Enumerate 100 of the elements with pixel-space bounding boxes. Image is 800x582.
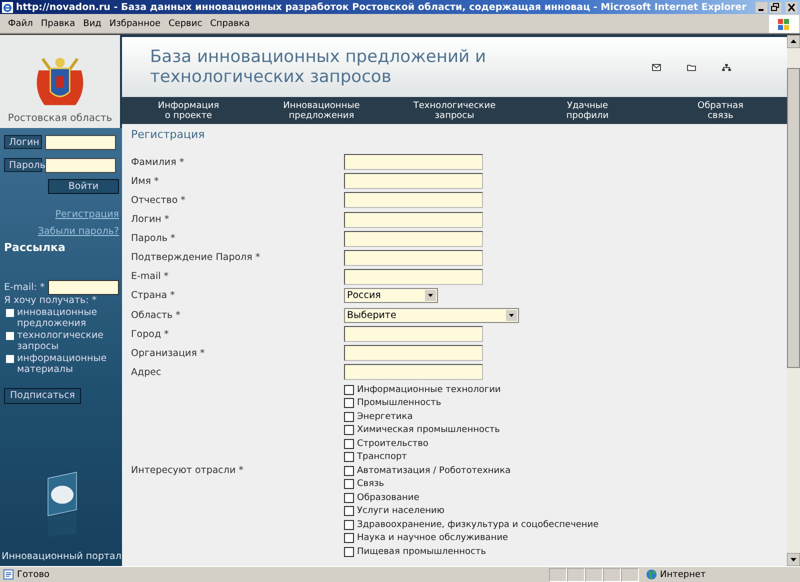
portal-caption: Инновационный портал [2, 551, 122, 562]
globe-icon [646, 569, 657, 580]
status-pane [567, 568, 585, 582]
checkbox-label: Связь [357, 479, 384, 490]
envelope-icon[interactable] [652, 64, 661, 70]
scroll-thumb[interactable] [787, 68, 800, 368]
select-field[interactable]: Россия [344, 288, 438, 304]
checkbox-label: Услуги населению [357, 506, 444, 516]
receive-label: Я хочу получать: * [4, 295, 98, 306]
checkbox[interactable] [6, 354, 14, 362]
checkbox-label: Образование [357, 492, 420, 503]
checkbox-label: Транспорт [357, 452, 407, 462]
nav-link[interactable]: Удачные профили [521, 100, 654, 120]
nav-link[interactable]: Обратная связь [654, 100, 787, 120]
minimize-icon[interactable] [755, 2, 768, 12]
login-label: Логин [4, 135, 42, 149]
field-label: E-mail * [131, 271, 170, 282]
input-field[interactable] [344, 250, 483, 266]
checkbox-label: Промышленность [357, 398, 442, 408]
field-label: Интересуют отрасли * [131, 465, 244, 476]
checkbox-label: Здравоохранение, физкультура и соцобеспечение [357, 520, 599, 530]
close-icon[interactable] [785, 2, 798, 12]
page-icon [3, 569, 14, 580]
field-label: Имя * [131, 176, 160, 187]
option-label: информационные материалы [17, 352, 108, 376]
checkbox[interactable] [6, 332, 14, 340]
folder-icon[interactable] [687, 64, 696, 70]
checkbox[interactable] [344, 398, 354, 408]
scroll-down-icon[interactable] [787, 553, 800, 566]
status-pane [549, 568, 567, 582]
checkbox-label: Информационные технологии [357, 384, 501, 395]
checkbox-label: Пищевая промышленность [357, 546, 486, 557]
input-field[interactable] [344, 268, 483, 285]
nav-link[interactable]: Технологические запросы [388, 100, 521, 120]
menu-item[interactable]: Сервис [164, 18, 206, 28]
windows-logo-icon [768, 14, 800, 32]
checkbox[interactable] [344, 452, 354, 462]
field-label: Логин * [131, 214, 170, 226]
scrollbar[interactable] [787, 35, 800, 566]
input-field[interactable] [344, 364, 483, 380]
menu-item[interactable]: Файл [4, 18, 37, 28]
checkbox[interactable] [344, 520, 354, 530]
field-label: Город * [131, 328, 170, 340]
checkbox[interactable] [344, 438, 354, 449]
checkbox[interactable] [344, 492, 354, 503]
input-field[interactable] [344, 192, 483, 208]
input-field[interactable] [344, 212, 483, 228]
input-field[interactable] [344, 345, 483, 362]
checkbox-label: Автоматизация / Робототехника [357, 466, 511, 476]
menu-item[interactable]: Вид [79, 18, 106, 28]
login-field[interactable] [45, 135, 116, 150]
sitemap-icon[interactable] [722, 64, 731, 70]
checkbox[interactable] [344, 425, 354, 436]
browser-icon [2, 2, 13, 12]
menu-item[interactable]: Правка [36, 18, 80, 28]
status-pane [585, 568, 603, 582]
newsletter-heading: Рассылка [4, 241, 66, 254]
checkbox[interactable] [344, 546, 354, 557]
field-label: Организация * [131, 348, 206, 359]
scroll-up-icon[interactable] [787, 35, 800, 48]
status-text: Готово [17, 570, 50, 580]
checkbox[interactable] [6, 308, 14, 316]
nav-link[interactable]: Инновационные предложения [255, 100, 388, 120]
input-field[interactable] [344, 154, 483, 170]
site-title: База инновационных предложений и технологических запросов [150, 47, 488, 87]
field-label: Фамилия * [131, 156, 186, 168]
password-field[interactable] [45, 158, 116, 173]
field-label: Область * [131, 310, 182, 320]
email-field[interactable] [48, 280, 119, 295]
checkbox-label: Строительство [357, 438, 428, 449]
checkbox[interactable] [344, 533, 354, 544]
email-label: E-mail: * [4, 282, 45, 293]
field-label: Адрес [131, 366, 162, 378]
menu-item[interactable]: Справка [206, 18, 254, 28]
checkbox[interactable] [344, 479, 354, 490]
checkbox[interactable] [344, 466, 354, 476]
checkbox-label: Наука и научное обслуживание [357, 533, 508, 544]
field-label: Пароль * [131, 233, 176, 244]
status-pane [603, 568, 621, 582]
status-pane [621, 568, 639, 582]
field-label: Страна * [131, 290, 176, 302]
checkbox[interactable] [344, 384, 354, 395]
checkbox-label: Энергетика [357, 412, 413, 422]
login-button[interactable]: Войти [48, 179, 119, 194]
nav-link[interactable]: Информация о проекте [122, 100, 255, 120]
menu-item[interactable]: Избранное [105, 18, 164, 28]
window-title: http://novadon.ru - База данных инновационных разработок Ростовской области, содержащая инновац - Microsoft Internet Explorer [16, 2, 748, 12]
zone-label: Интернет [660, 570, 707, 580]
checkbox[interactable] [344, 412, 354, 422]
checkbox[interactable] [344, 506, 354, 516]
field-label: Подтверждение Пароля * [131, 252, 262, 264]
restore-icon[interactable] [769, 2, 782, 12]
input-field[interactable] [344, 173, 483, 190]
form-heading: Регистрация [131, 128, 206, 141]
input-field[interactable] [344, 230, 483, 247]
select-field[interactable]: Выберите [344, 308, 519, 322]
region-label: Ростовская область [8, 113, 112, 124]
checkbox-label: Химическая промышленность [357, 425, 500, 436]
subscribe-button[interactable]: Подписаться [4, 388, 82, 404]
input-field[interactable] [344, 326, 483, 342]
